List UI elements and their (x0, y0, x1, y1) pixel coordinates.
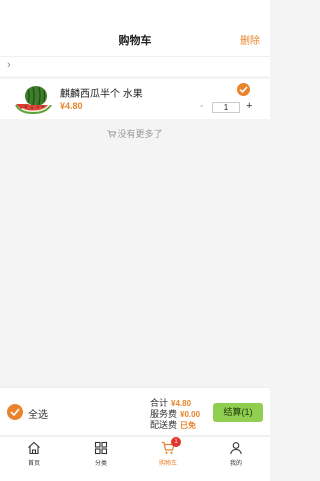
tab-category-label: 分类 (94, 461, 107, 467)
item-select-checkbox[interactable] (237, 83, 250, 96)
person-icon (230, 442, 242, 455)
no-more-text: 没有更多了 (117, 129, 163, 139)
page-title: 购物车 (118, 35, 152, 47)
checkout-button[interactable]: 结算(1) (213, 403, 263, 422)
quantity-input[interactable] (212, 102, 240, 113)
home-icon (28, 441, 40, 455)
increase-button[interactable]: + (246, 100, 252, 112)
tab-home[interactable]: 首页 (14, 441, 54, 475)
header: 购物车 删除 (0, 22, 270, 56)
no-more-message: 没有更多了 (0, 127, 270, 140)
store-row[interactable]: › (0, 56, 270, 76)
item-price: ¥4.80 (60, 101, 83, 111)
item-name: 麒麟西瓜半个 水果 (60, 89, 143, 100)
checkmark-icon (10, 408, 20, 416)
tab-bar: 首页 分类 1 购物车 我的 (0, 436, 270, 481)
delivery-fee-line: 配送费 已免 (150, 418, 196, 431)
chevron-right-icon: › (7, 59, 11, 71)
checkmark-icon (239, 86, 248, 93)
tab-category[interactable]: 分类 (81, 441, 121, 475)
delivery-fee-label: 配送费 (150, 420, 178, 430)
tab-cart[interactable]: 1 购物车 (148, 437, 188, 475)
delivery-fee-value: 已免 (180, 421, 197, 430)
tab-home-label: 首页 (27, 461, 40, 467)
cart-item: 麒麟西瓜半个 水果 ¥4.80 - + (0, 79, 270, 119)
status-bar (0, 0, 270, 22)
cart-count-badge: 1 (171, 437, 181, 447)
select-all-label: 全选 (28, 410, 48, 421)
tab-profile-label: 我的 (229, 461, 242, 467)
grid-icon (94, 441, 108, 455)
watermelon-image (12, 83, 54, 115)
tab-cart-label: 购物车 (158, 461, 177, 467)
decrease-button[interactable]: - (200, 101, 203, 112)
checkout-bar: 全选 合计 ¥4.80 服务费 ¥0.00 配送费 已免 结算(1) (0, 387, 270, 435)
select-all-checkbox[interactable] (7, 404, 23, 420)
delete-button[interactable]: 删除 (240, 32, 260, 47)
quantity-stepper: - + (198, 100, 260, 114)
cart-icon (107, 130, 117, 138)
tab-profile[interactable]: 我的 (216, 441, 256, 475)
